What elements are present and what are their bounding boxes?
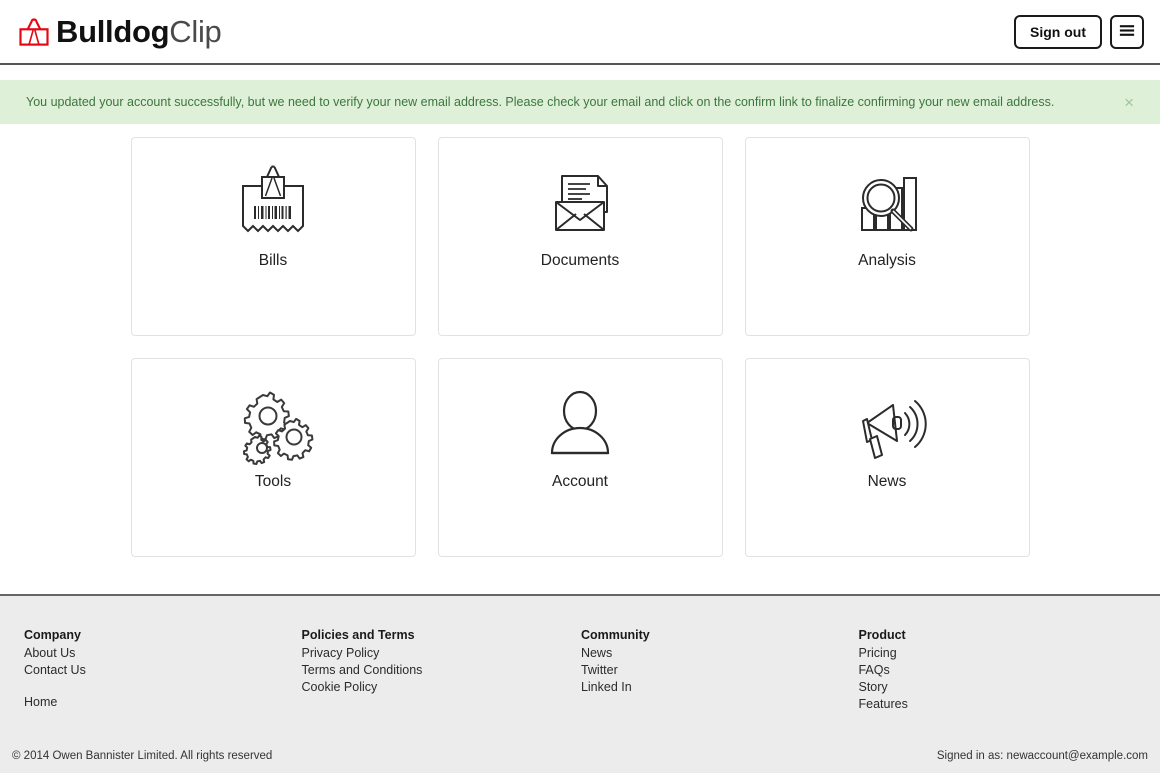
footer-link-cookie-policy[interactable]: Cookie Policy xyxy=(302,679,581,696)
binder-clip-icon xyxy=(16,14,52,50)
person-icon xyxy=(534,385,626,469)
brand-wordmark: BulldogClip xyxy=(56,14,222,49)
clipped-bill-barcode-icon xyxy=(227,164,319,248)
menu-button[interactable] xyxy=(1110,14,1144,49)
tile-label: Account xyxy=(551,473,608,490)
tile-bills[interactable]: Bills xyxy=(130,137,416,336)
envelope-document-icon xyxy=(534,164,626,248)
page-footer: Company About Us Contact Us Home Policie… xyxy=(0,594,1160,773)
brand-logo[interactable]: BulldogClip xyxy=(16,14,222,50)
footer-link-features[interactable]: Features xyxy=(858,696,1136,713)
footer-link-news[interactable]: News xyxy=(581,645,859,662)
tile-analysis[interactable]: Analysis xyxy=(744,137,1030,336)
footer-link-faqs[interactable]: FAQs xyxy=(858,662,1136,679)
tile-documents[interactable]: Documents xyxy=(437,137,723,336)
footer-column-community: Community News Twitter Linked In xyxy=(581,628,859,713)
copyright-text: © 2014 Owen Bannister Limited. All right… xyxy=(12,749,273,762)
footer-link-about-us[interactable]: About Us xyxy=(24,645,302,662)
footer-column-product: Product Pricing FAQs Story Features xyxy=(858,628,1136,713)
tile-label: Documents xyxy=(540,252,620,269)
tile-label: Bills xyxy=(258,252,288,269)
tile-label: Analysis xyxy=(858,252,916,269)
footer-link-pricing[interactable]: Pricing xyxy=(858,645,1136,662)
brand-name-light: Clip xyxy=(169,14,222,49)
hamburger-menu-icon xyxy=(1119,24,1135,40)
footer-link-columns: Company About Us Contact Us Home Policie… xyxy=(0,596,1160,713)
footer-bottom-bar: © 2014 Owen Bannister Limited. All right… xyxy=(0,738,1160,773)
footer-column-company: Company About Us Contact Us Home xyxy=(24,628,302,713)
footer-column-title: Product xyxy=(858,628,906,642)
signed-in-as-text: Signed in as: newaccount@example.com xyxy=(936,749,1148,762)
header-actions: Sign out xyxy=(1014,14,1144,49)
footer-link-linked-in[interactable]: Linked In xyxy=(581,679,859,696)
footer-column-title: Community xyxy=(580,628,650,642)
footer-column-policies-and-terms: Policies and Terms Privacy Policy Terms … xyxy=(302,628,581,713)
tile-label: Tools xyxy=(254,473,292,490)
alert-message: You updated your account successfully, b… xyxy=(26,95,1055,109)
footer-link-twitter[interactable]: Twitter xyxy=(581,662,859,679)
alert-close-button[interactable]: × xyxy=(1116,94,1142,111)
footer-link-home[interactable]: Home xyxy=(24,694,302,711)
footer-link-privacy-policy[interactable]: Privacy Policy xyxy=(302,645,581,662)
magnifier-bar-chart-icon xyxy=(841,164,933,248)
sign-out-button[interactable]: Sign out xyxy=(1014,14,1102,49)
status-alert: You updated your account successfully, b… xyxy=(0,80,1160,124)
page-header: BulldogClip Sign out xyxy=(0,0,1160,65)
footer-link-contact-us[interactable]: Contact Us xyxy=(24,662,302,679)
footer-column-title: Company xyxy=(24,628,81,642)
gears-icon xyxy=(227,385,319,469)
megaphone-icon xyxy=(841,385,933,469)
footer-column-title: Policies and Terms xyxy=(301,628,415,642)
footer-link-story[interactable]: Story xyxy=(858,679,1136,696)
tile-account[interactable]: Account xyxy=(437,358,723,557)
tile-label: News xyxy=(867,473,907,490)
footer-link-terms-and-conditions[interactable]: Terms and Conditions xyxy=(302,662,581,679)
tile-tools[interactable]: Tools xyxy=(130,358,416,557)
dashboard-tile-grid: Bills Documents Analysis Tools Account N… xyxy=(0,124,1160,557)
brand-name-bold: Bulldog xyxy=(56,14,170,49)
tile-news[interactable]: News xyxy=(744,358,1030,557)
